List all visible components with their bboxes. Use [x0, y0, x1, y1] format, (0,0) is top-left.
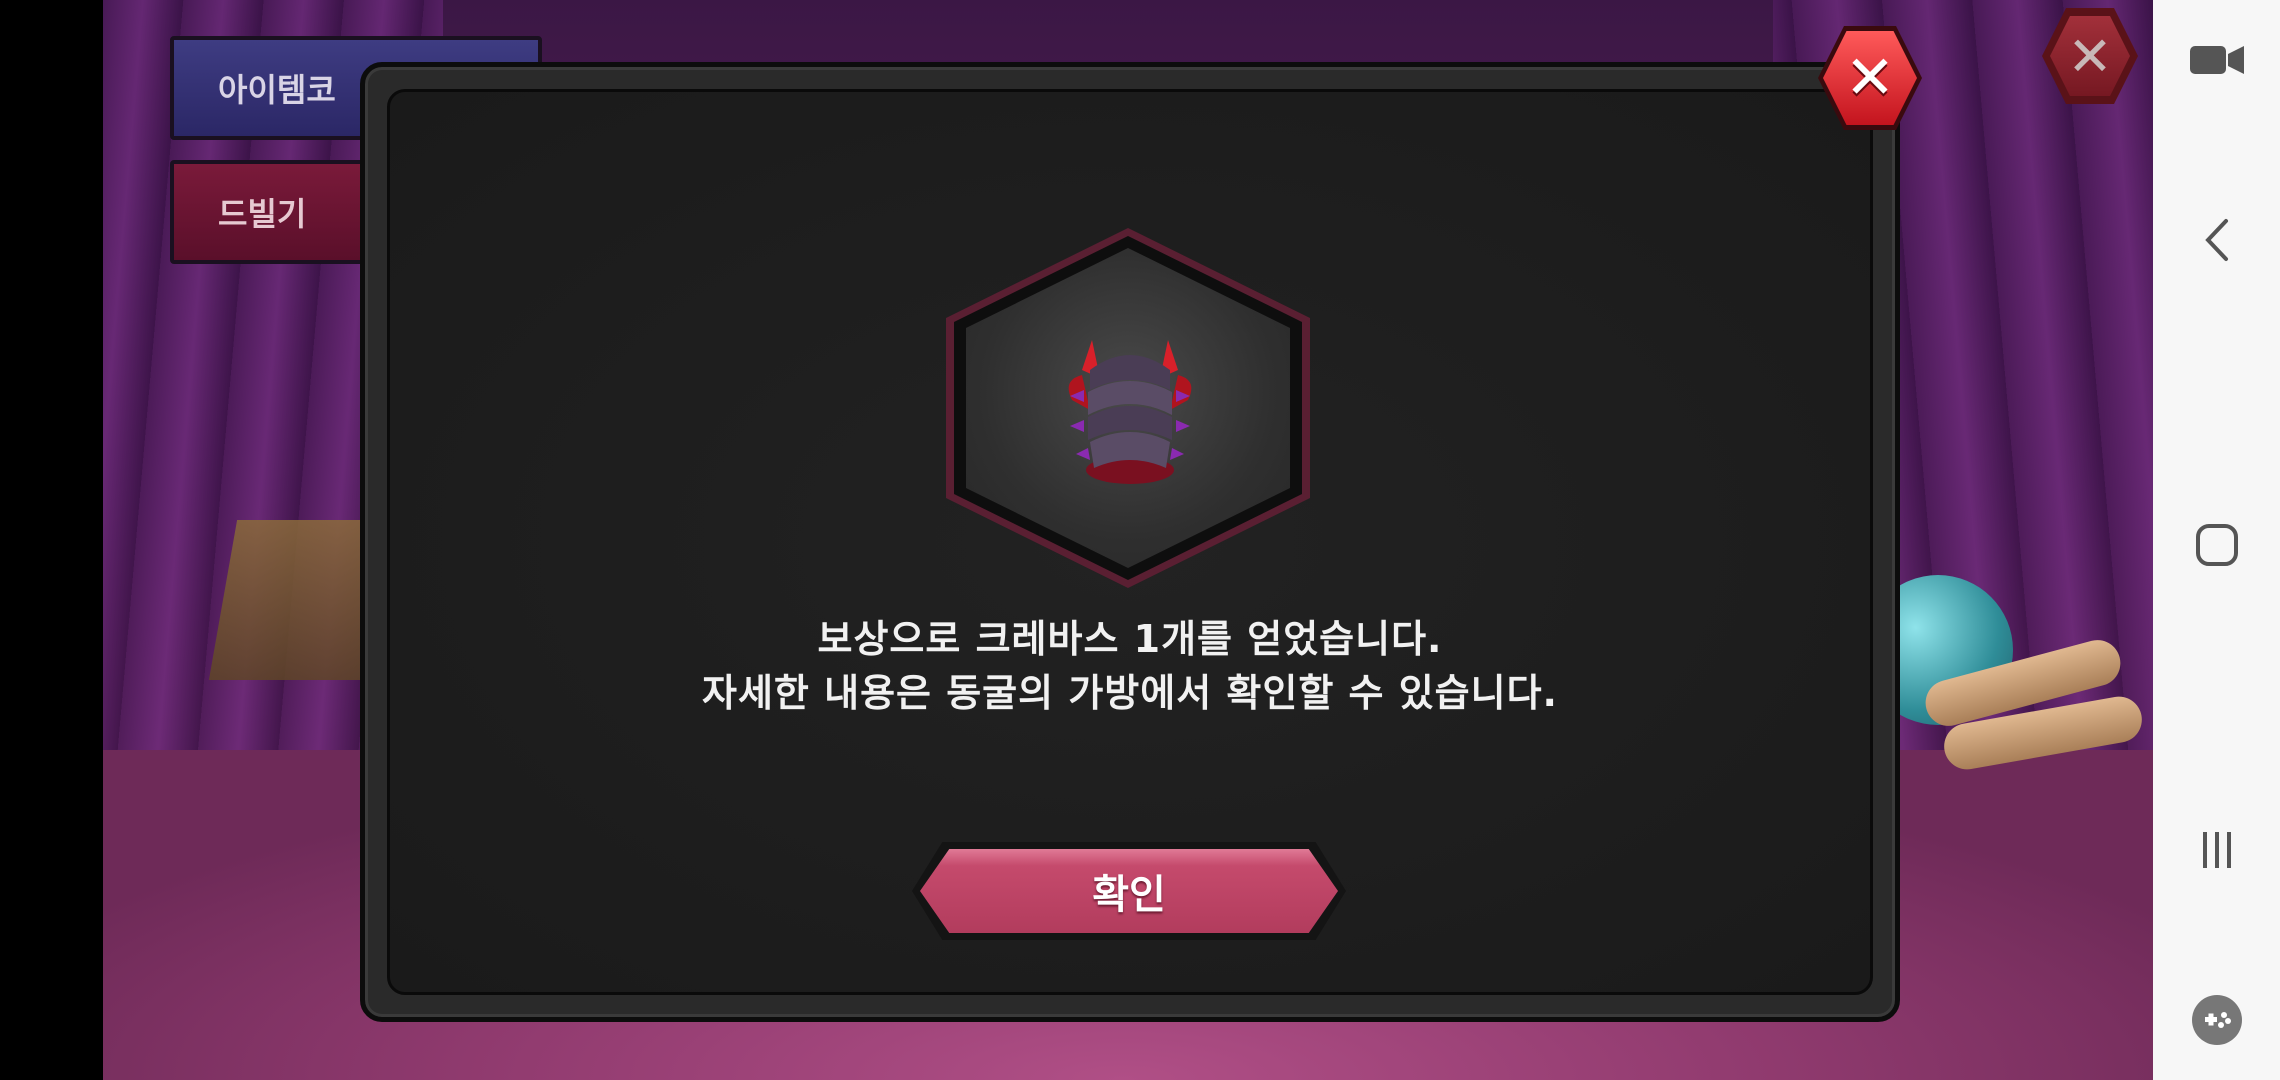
game-tools-icon[interactable]: [2153, 990, 2280, 1050]
left-black-bar: [0, 0, 103, 1080]
home-icon[interactable]: [2153, 510, 2280, 580]
video-camera-icon[interactable]: [2153, 30, 2280, 90]
confirm-button[interactable]: 확인: [920, 849, 1338, 933]
close-icon: ✕: [1844, 43, 1896, 113]
armor-item-icon: [1068, 340, 1192, 484]
reward-message-line2: 자세한 내용은 동굴의 가방에서 확인할 수 있습니다.: [702, 671, 1558, 715]
close-icon: ✕: [2050, 16, 2130, 96]
confirm-button-frame: 확인: [912, 842, 1346, 940]
reward-message-line1: 보상으로 크레바스 1개를 얻었습니다.: [817, 617, 1443, 661]
close-icon-ring: ✕: [1823, 31, 1917, 125]
recents-icon[interactable]: [2153, 820, 2280, 880]
back-icon[interactable]: [2153, 210, 2280, 270]
android-nav-bar: [2153, 0, 2280, 1080]
